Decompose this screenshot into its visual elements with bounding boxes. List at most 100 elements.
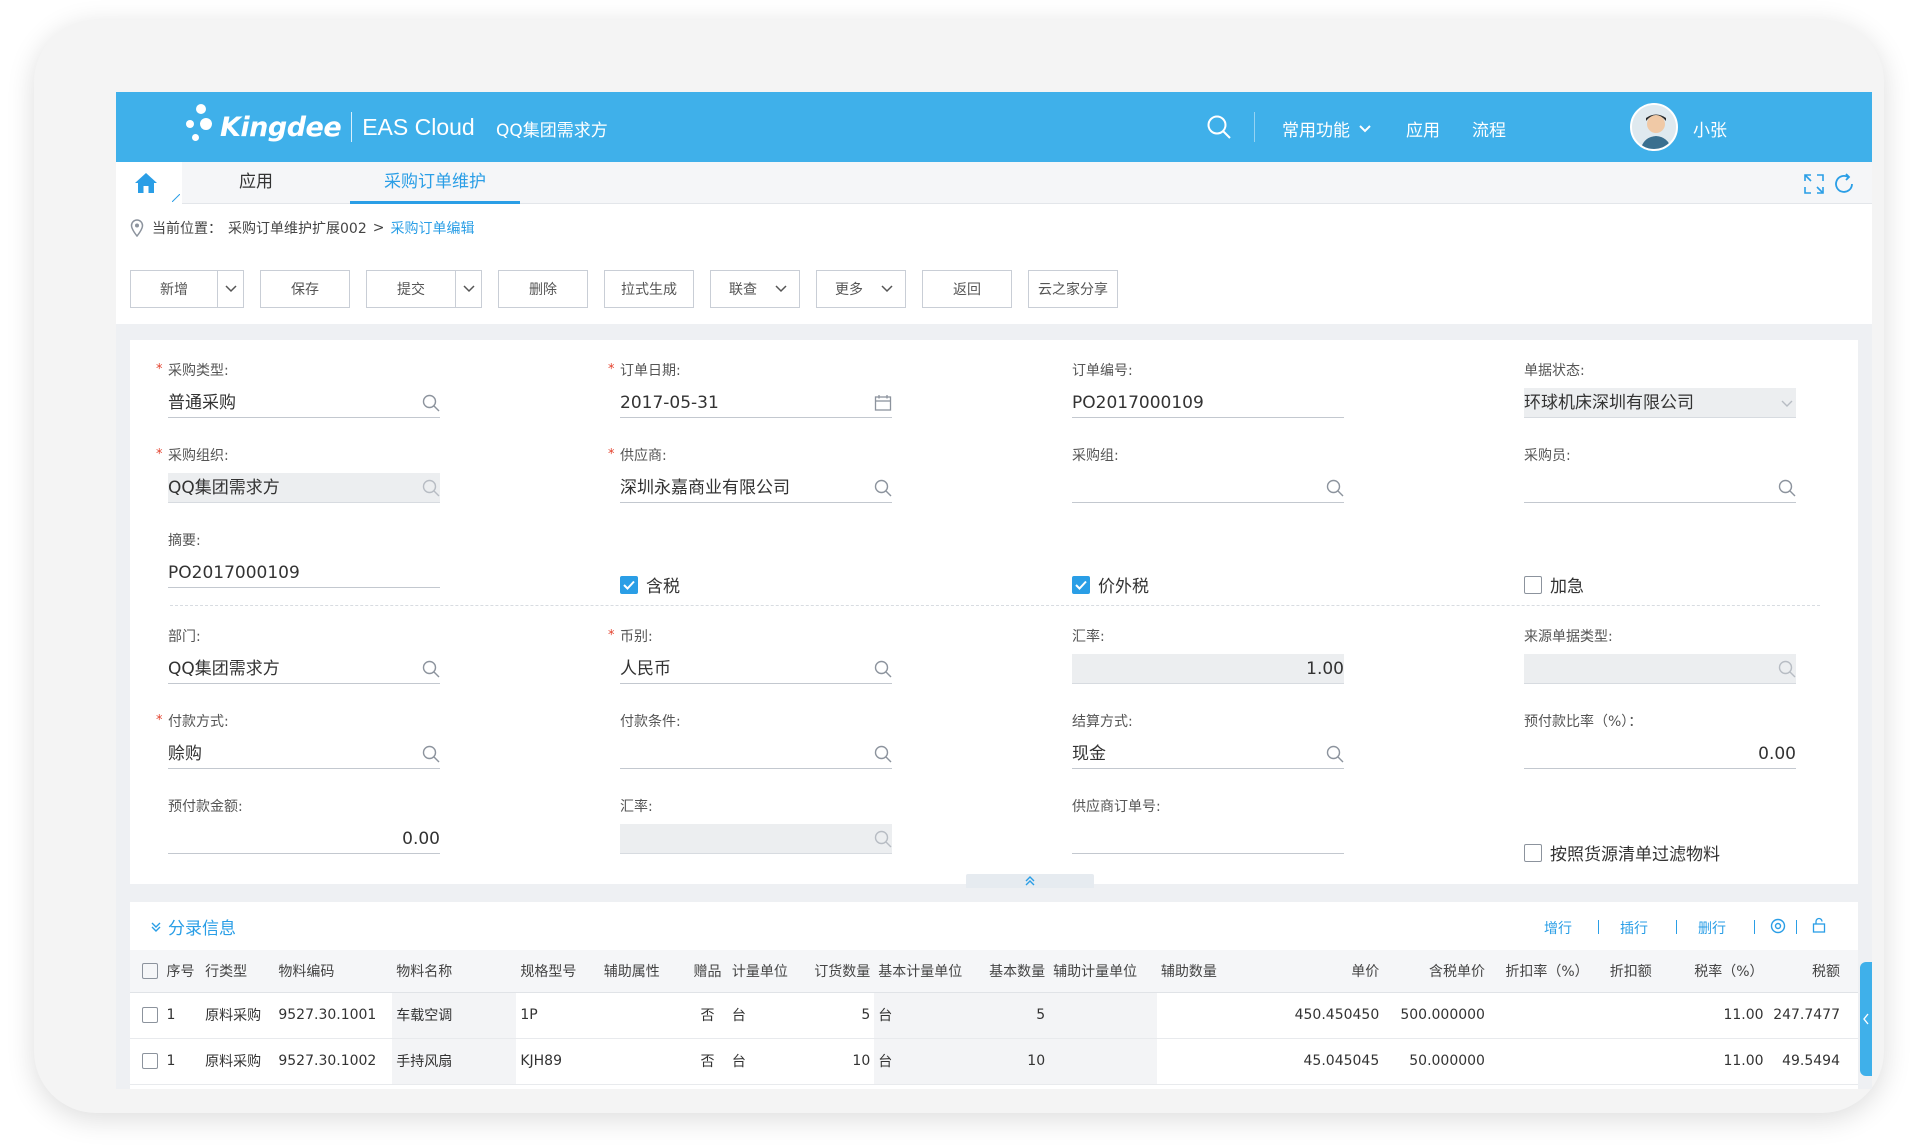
filter-by-source-checkbox[interactable]: 按照货源清单过滤物料	[1524, 840, 1720, 865]
fullscreen-icon[interactable]	[1802, 172, 1826, 196]
col-spec[interactable]: 规格型号	[516, 950, 600, 993]
col-discount[interactable]: 折扣额	[1592, 950, 1656, 993]
cell-line-type[interactable]: 原料采购	[201, 1038, 275, 1085]
cell-tax-price[interactable]: 500.000000	[1383, 992, 1489, 1039]
supplier-input[interactable]: 深圳永嘉商业有限公司	[620, 473, 892, 503]
search-icon[interactable]	[422, 479, 440, 497]
buyer-input[interactable]	[1524, 473, 1796, 503]
currency-input[interactable]: 人民币	[620, 654, 892, 684]
submit-button[interactable]: 提交	[366, 270, 482, 308]
new-button[interactable]: 新增	[130, 270, 244, 308]
search-icon[interactable]	[874, 830, 892, 848]
user-avatar[interactable]	[1630, 103, 1678, 151]
search-icon[interactable]	[1326, 745, 1344, 763]
cell-tax-rate[interactable]: 11.00	[1655, 1038, 1768, 1085]
col-order-qty[interactable]: 订货数量	[809, 950, 875, 993]
cell-gift[interactable]: 否	[687, 992, 728, 1039]
table-row[interactable]: 1 原料采购 9527.30.1001 车载空调 1P 否 台 5 台 5 45…	[130, 992, 1858, 1039]
submit-dropdown[interactable]	[455, 271, 481, 307]
settings-icon[interactable]	[1770, 918, 1786, 934]
cell-discount[interactable]	[1592, 1038, 1656, 1085]
col-price[interactable]: 单价	[1289, 950, 1384, 993]
cell-aux-qty[interactable]	[1156, 1038, 1290, 1085]
col-base-qty[interactable]: 基本数量	[977, 950, 1050, 993]
cell-discount-rate[interactable]	[1488, 1038, 1593, 1085]
refresh-icon[interactable]	[1832, 172, 1856, 196]
search-icon[interactable]	[1326, 479, 1344, 497]
col-tax-rate[interactable]: 税率（%）	[1655, 950, 1768, 993]
col-unit[interactable]: 计量单位	[727, 950, 810, 993]
linked-query-button[interactable]: 联查	[710, 270, 800, 308]
cell-aux-attr[interactable]	[599, 992, 688, 1039]
tab-apps[interactable]: 应用	[212, 162, 300, 204]
exchange-rate-2-input[interactable]	[620, 824, 892, 854]
cell-gift[interactable]: 否	[687, 1038, 728, 1085]
entries-toggle[interactable]: 分录信息	[150, 914, 236, 939]
payment-terms-input[interactable]	[620, 739, 892, 769]
order-date-input[interactable]: 2017-05-31	[620, 388, 892, 418]
urgent-checkbox[interactable]: 加急	[1524, 572, 1584, 597]
tab-home[interactable]	[116, 162, 182, 204]
col-line-type[interactable]: 行类型	[201, 950, 275, 993]
cell-material-code[interactable]: 9527.30.1001	[274, 992, 393, 1039]
supplier-order-no-input[interactable]	[1072, 824, 1344, 854]
col-tax-price[interactable]: 含税单价	[1383, 950, 1489, 993]
payment-method-input[interactable]: 赊购	[168, 739, 440, 769]
kingdee-logo[interactable]: Kingdee EAS Cloud	[186, 104, 475, 150]
pull-generate-button[interactable]: 拉式生成	[604, 270, 694, 308]
cell-discount[interactable]	[1592, 992, 1656, 1039]
col-tax[interactable]: 税额	[1767, 950, 1858, 993]
purchase-group-input[interactable]	[1072, 473, 1344, 503]
col-seq[interactable]: 序号	[162, 950, 202, 993]
collapse-form-toggle[interactable]	[966, 874, 1094, 888]
search-icon[interactable]	[1206, 114, 1232, 140]
search-icon[interactable]	[874, 745, 892, 763]
back-button[interactable]: 返回	[922, 270, 1012, 308]
save-button[interactable]: 保存	[260, 270, 350, 308]
order-number-input[interactable]: PO2017000109	[1072, 388, 1344, 418]
new-dropdown[interactable]	[217, 271, 243, 307]
search-icon[interactable]	[1778, 479, 1796, 497]
cell-order-qty[interactable]: 10	[809, 1038, 875, 1085]
insert-row-button[interactable]: 插行	[1620, 918, 1648, 938]
table-row[interactable]: 1 原料采购 9527.30.1002 手持风扇 KJH89 否 台 10 台 …	[130, 1038, 1858, 1085]
tax-exclusive-checkbox[interactable]: 价外税	[1072, 572, 1149, 597]
settlement-method-input[interactable]: 现金	[1072, 739, 1344, 769]
cell-tax-price[interactable]: 50.000000	[1383, 1038, 1489, 1085]
more-button[interactable]: 更多	[816, 270, 906, 308]
delete-row-button[interactable]: 删行	[1698, 918, 1726, 938]
exchange-rate-input[interactable]: 1.00	[1072, 654, 1344, 684]
breadcrumb-parent[interactable]: 采购订单维护扩展002	[228, 218, 367, 238]
col-material-name[interactable]: 物料名称	[392, 950, 517, 993]
col-aux-attr[interactable]: 辅助属性	[599, 950, 688, 993]
search-icon[interactable]	[422, 660, 440, 678]
search-icon[interactable]	[1778, 660, 1796, 678]
summary-input[interactable]: PO2017000109	[168, 558, 440, 588]
cell-order-qty[interactable]: 5	[809, 992, 875, 1039]
lock-icon[interactable]	[1812, 917, 1826, 933]
col-gift[interactable]: 赠品	[687, 950, 728, 993]
cell-unit[interactable]: 台	[727, 1038, 810, 1085]
cell-aux-attr[interactable]	[599, 1038, 688, 1085]
prepay-amount-input[interactable]: 0.00	[168, 824, 440, 854]
cell-unit[interactable]: 台	[727, 992, 810, 1039]
cell-price[interactable]: 45.045045	[1289, 1038, 1384, 1085]
cell-discount-rate[interactable]	[1488, 992, 1593, 1039]
add-row-button[interactable]: 增行	[1544, 918, 1572, 938]
tax-included-checkbox[interactable]: 含税	[620, 572, 680, 597]
prepay-ratio-input[interactable]: 0.00	[1524, 739, 1796, 769]
purchase-org-input[interactable]: QQ集团需求方	[168, 473, 440, 503]
search-icon[interactable]	[874, 479, 892, 497]
share-button[interactable]: 云之家分享	[1028, 270, 1118, 308]
tenant-name[interactable]: QQ集团需求方	[496, 116, 608, 141]
col-base-unit[interactable]: 基本计量单位	[874, 950, 978, 993]
document-status-select[interactable]: 环球机床深圳有限公司	[1524, 388, 1796, 418]
search-icon[interactable]	[874, 660, 892, 678]
breadcrumb-current[interactable]: 采购订单编辑	[390, 218, 474, 238]
cell-line-type[interactable]: 原料采购	[201, 992, 275, 1039]
cell-price[interactable]: 450.450450	[1289, 992, 1384, 1039]
search-icon[interactable]	[422, 745, 440, 763]
process-menu[interactable]: 流程	[1472, 116, 1506, 141]
department-input[interactable]: QQ集团需求方	[168, 654, 440, 684]
tab-purchase-order-maintenance[interactable]: 采购订单维护	[350, 162, 520, 204]
